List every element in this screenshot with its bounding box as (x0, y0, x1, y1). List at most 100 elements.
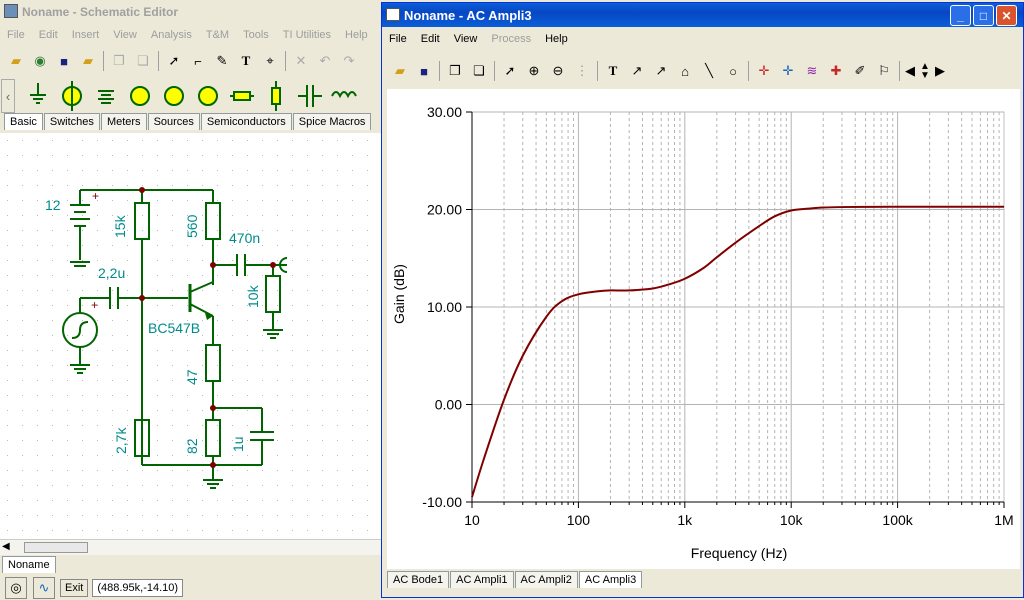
zoom-out-icon[interactable]: ⊖ (547, 60, 569, 82)
component-palette: ‹ (0, 78, 376, 114)
menu-view[interactable]: View (106, 29, 144, 41)
paste-icon[interactable]: ❏ (132, 50, 154, 72)
tab-ac-ampli1[interactable]: AC Ampli1 (450, 571, 514, 588)
close-button[interactable]: ✕ (996, 5, 1017, 26)
doc-tab-noname[interactable]: Noname (2, 556, 56, 573)
arrow-right-icon[interactable]: ▶ (934, 60, 946, 82)
menu-insert[interactable]: Insert (65, 29, 107, 41)
open-icon[interactable]: ▰ (5, 50, 27, 72)
menu-tm[interactable]: T&M (199, 29, 236, 41)
minimize-button[interactable]: _ (950, 5, 971, 26)
open-icon[interactable]: ▰ (389, 60, 411, 82)
circle-icon[interactable]: ○ (722, 60, 744, 82)
menu-edit[interactable]: Edit (32, 29, 65, 41)
tab-basic[interactable]: Basic (4, 113, 43, 130)
menu-tools[interactable]: Tools (236, 29, 276, 41)
save-icon[interactable]: ■ (53, 50, 75, 72)
battery-icon (98, 90, 114, 104)
label-r-emitter2: 82 (184, 438, 200, 454)
ground-icon (30, 83, 46, 104)
undo-icon[interactable]: ↶ (314, 50, 336, 72)
chart-grid (471, 111, 1005, 503)
line-icon[interactable]: ╲ (698, 60, 720, 82)
grid-icon[interactable]: ⋮ (571, 60, 593, 82)
menu-process[interactable]: Process (484, 33, 538, 45)
label-c-in: 2,2u (98, 265, 125, 281)
text-icon[interactable]: T (235, 50, 257, 72)
tab-spice-macros[interactable]: Spice Macros (292, 113, 372, 130)
annotate-icon[interactable]: ↗ (626, 60, 648, 82)
label-icon[interactable]: ⌂ (674, 60, 696, 82)
bode-chart[interactable]: -10.00 0.00 10.00 20.00 30.00 10 100 1k 10k 100k 1… (387, 89, 1020, 569)
menu-help[interactable]: Help (338, 29, 375, 41)
maximize-button[interactable]: □ (973, 5, 994, 26)
wire-icon[interactable]: ⌐ (187, 50, 209, 72)
menu-view[interactable]: View (447, 33, 485, 45)
schematic-canvas[interactable]: 12 15k 560 470n 2,2u 10k BC547B 47 2,7k … (0, 133, 383, 539)
cursor-b-icon[interactable]: ✛ (777, 60, 799, 82)
x-tick-label: 10k (780, 512, 804, 528)
schematic-title: Noname - Schematic Editor (22, 5, 179, 19)
tab-switches[interactable]: Switches (43, 113, 100, 130)
copy-icon[interactable]: ❐ (108, 50, 130, 72)
horizontal-scrollbar[interactable]: ◀ (0, 539, 383, 555)
probe-icon[interactable]: ✐ (849, 60, 871, 82)
analysis-title-bar[interactable]: Noname - AC Ampli3 (382, 3, 1023, 27)
exit-button[interactable]: Exit (60, 578, 89, 597)
flag-icon[interactable]: ⚐ (873, 60, 895, 82)
menu-file[interactable]: File (382, 33, 414, 45)
scroll-left-icon[interactable]: ◀ (2, 541, 10, 552)
menu-help[interactable]: Help (538, 33, 575, 45)
x-axis-label: Frequency (Hz) (691, 545, 787, 561)
component-palette-icons[interactable] (16, 79, 376, 113)
label-icon[interactable]: ⌖ (259, 50, 281, 72)
plus-marker: + (92, 189, 99, 203)
y-tick-label: -10.00 (422, 494, 462, 510)
status-bar: ◎ ∿ Exit (488.95k,-14.10) (0, 575, 383, 600)
tab-ac-ampli3[interactable]: AC Ampli3 (578, 571, 643, 588)
label-c-out: 470n (229, 230, 260, 246)
label-r-bias-top: 15k (112, 214, 128, 238)
pointer-icon[interactable]: ➚ (499, 60, 521, 82)
delete-icon[interactable]: ✕ (290, 50, 312, 72)
palette-scroll-left-icon[interactable]: ‹ (1, 79, 15, 113)
toolbar-separator (899, 61, 900, 81)
menu-ti-utilities[interactable]: TI Utilities (276, 29, 338, 41)
arrow-up-down-icon[interactable]: ▲ ▼ (918, 60, 932, 82)
label-r-collector: 560 (184, 214, 200, 238)
tab-ac-ampli2[interactable]: AC Ampli2 (514, 571, 578, 588)
tab-semiconductors[interactable]: Semiconductors (200, 113, 292, 130)
pointer-icon[interactable]: ➚ (163, 50, 185, 72)
schematic-title-bar[interactable]: Noname - Schematic Editor (0, 0, 383, 24)
label-c-emitter: 1u (230, 436, 246, 452)
menu-edit[interactable]: Edit (414, 33, 447, 45)
globe-icon[interactable]: ◉ (29, 50, 51, 72)
copy-icon[interactable]: ❐ (444, 60, 466, 82)
curves-icon[interactable]: ≋ (801, 60, 823, 82)
menu-analysis[interactable]: Analysis (144, 29, 199, 41)
toolbar-separator (285, 51, 286, 71)
voltage-source-icon (62, 81, 82, 111)
menu-file[interactable]: File (0, 29, 32, 41)
y-tick-label: 20.00 (427, 202, 462, 218)
cursor-a-icon[interactable]: ✛ (753, 60, 775, 82)
analyzer-icon[interactable]: ∿ (33, 576, 55, 599)
redo-icon[interactable]: ↷ (338, 50, 360, 72)
save-icon[interactable]: ■ (413, 60, 435, 82)
tab-ac-bode1[interactable]: AC Bode1 (387, 571, 450, 588)
scroll-thumb[interactable] (24, 542, 88, 553)
oscilloscope-icon[interactable]: ◎ (5, 576, 27, 599)
label-r-bias-bottom: 2,7k (113, 427, 129, 454)
folder-icon[interactable]: ▰ (77, 50, 99, 72)
add-marker-icon[interactable]: ✚ (825, 60, 847, 82)
analysis-app-icon (386, 8, 400, 21)
arrow-left-icon[interactable]: ◀ (904, 60, 916, 82)
paste-icon[interactable]: ❏ (468, 60, 490, 82)
annotate-2-icon[interactable]: ↗ (650, 60, 672, 82)
analysis-window: Noname - AC Ampli3 _ □ ✕ File Edit View … (381, 2, 1024, 598)
zoom-in-icon[interactable]: ⊕ (523, 60, 545, 82)
text-icon[interactable]: T (602, 60, 624, 82)
pencil-icon[interactable]: ✎ (211, 50, 233, 72)
tab-meters[interactable]: Meters (100, 113, 147, 130)
tab-sources[interactable]: Sources (147, 113, 200, 130)
